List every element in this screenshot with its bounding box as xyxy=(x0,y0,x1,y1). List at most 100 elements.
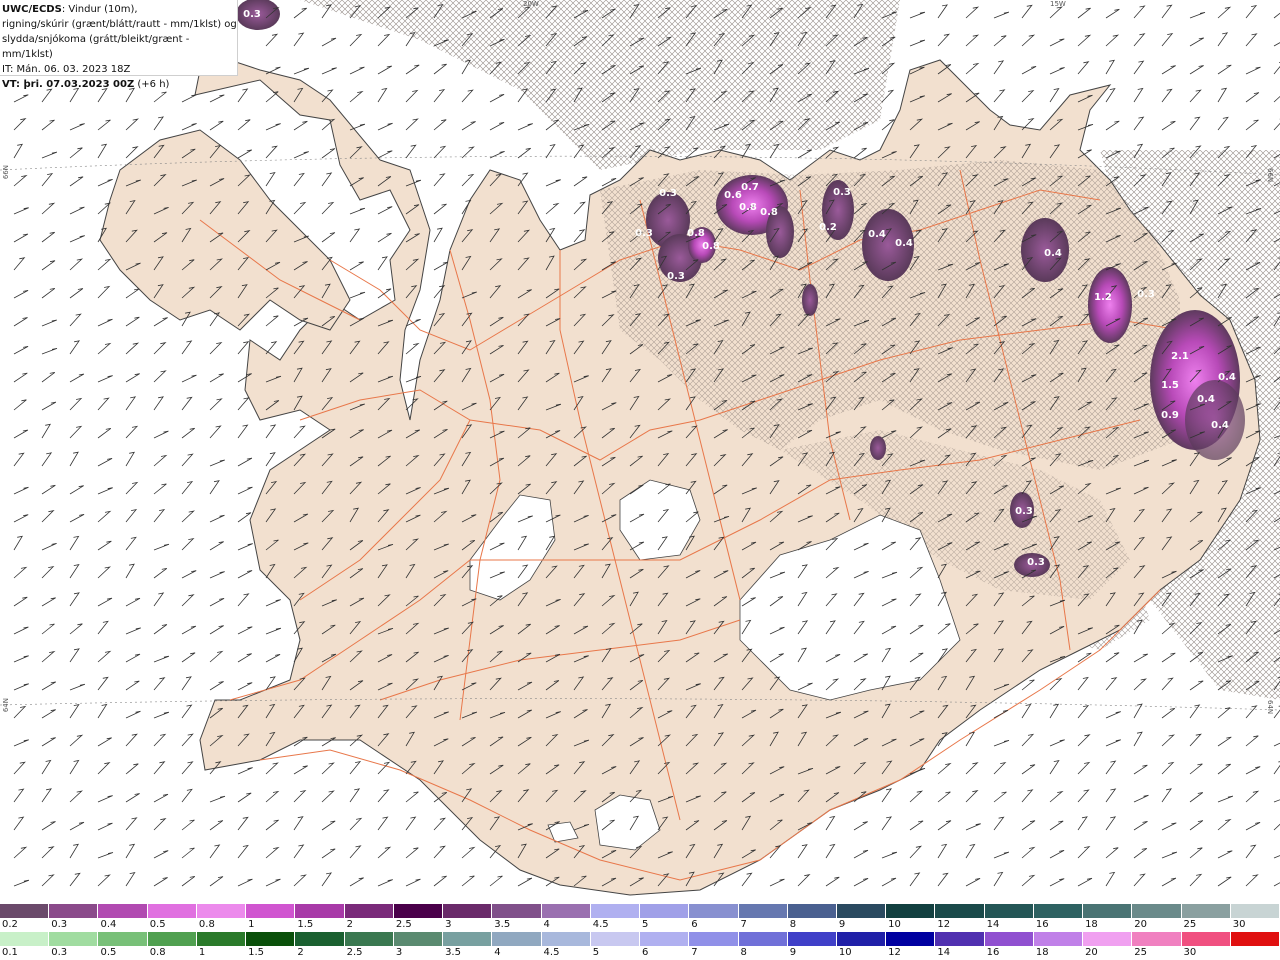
legend-swatch xyxy=(1033,904,1084,918)
precip-value-label: 0.3 xyxy=(1015,506,1033,517)
legend-label: 0.4 xyxy=(100,919,117,930)
info-line-5: VT: þri. 07.03.2023 00Z (+6 h) xyxy=(2,77,237,92)
legend-swatch xyxy=(492,904,542,918)
info-line-2: rigning/skúrir (grænt/blátt/rautt - mm/1… xyxy=(2,19,237,30)
legend-label: 18 xyxy=(1035,947,1049,958)
precip-value-label: 0.3 xyxy=(1137,289,1155,300)
legend-snow-labels: 0.2 0.3 0.4 0.5 0.8 1 1.5 2 2.5 3 3.5 4 4.5 5 6 7 8 9 10 12… xyxy=(0,919,1280,931)
precip-value-label: 0.7 xyxy=(741,182,759,193)
legend-swatch xyxy=(1132,932,1182,946)
legend-label: 2 xyxy=(297,947,304,958)
legend-label: 1 xyxy=(248,919,255,930)
legend-swatch xyxy=(295,904,345,918)
legend-label: 14 xyxy=(937,947,951,958)
precip-value-label: 0.4 xyxy=(1218,372,1236,383)
legend-rain-labels: 0.1 0.3 0.5 0.8 1 1.5 2 2.5 3 3.5 4 4.5 5 6 7 8 9 10 12 14 1… xyxy=(0,947,1280,959)
legend-swatch xyxy=(738,932,788,946)
legend-swatch xyxy=(0,932,50,946)
legend-rain-colorbar xyxy=(0,932,1280,946)
legend-label: 3 xyxy=(395,947,403,958)
legend-swatch xyxy=(196,932,247,946)
legend-swatch xyxy=(886,932,936,946)
legend-label: 10 xyxy=(888,919,901,930)
precip-value-label: 0.4 xyxy=(868,229,886,240)
info-line-3: slydda/snjókoma (grátt/bleikt/grænt - mm… xyxy=(2,34,190,60)
legend-label: 2.5 xyxy=(395,919,412,930)
legend-swatch xyxy=(1083,904,1133,918)
legend-label: 3 xyxy=(445,919,452,930)
legend-swatch xyxy=(590,932,641,946)
legend-swatch xyxy=(1230,932,1280,946)
legend-swatch xyxy=(1083,932,1133,946)
legend-swatch xyxy=(49,904,99,918)
legend-swatch xyxy=(443,932,493,946)
precip-value-label: 0.3 xyxy=(833,187,851,198)
legend-label: 12 xyxy=(937,919,951,930)
legend-label: 7 xyxy=(691,947,698,958)
legend-swatch xyxy=(984,932,1034,946)
precip-value-label: 0.8 xyxy=(760,207,778,218)
precip-value-label: 0.4 xyxy=(895,238,913,249)
legend-label: 7 xyxy=(740,919,747,930)
legend-swatch xyxy=(393,904,444,918)
coord-top-left: 20W xyxy=(523,0,539,8)
legend-swatch xyxy=(738,904,788,918)
legend-label: 9 xyxy=(789,947,797,958)
legend-label: 10 xyxy=(838,947,852,958)
legend-swatch xyxy=(147,932,197,946)
legend-label: 0.8 xyxy=(149,947,166,958)
legend-label: 12 xyxy=(888,947,901,958)
legend-swatch xyxy=(344,932,394,946)
legend-swatch xyxy=(492,932,542,946)
legend-swatch xyxy=(98,932,148,946)
legend-swatch xyxy=(541,932,591,946)
legend-label: 16 xyxy=(986,947,1000,958)
legend-label: 3.5 xyxy=(494,919,511,930)
info-line-4: IT: Mán. 06. 03. 2023 18Z xyxy=(2,64,131,75)
coord-left-lower: 64N xyxy=(2,698,10,713)
legend-label: 25 xyxy=(1183,919,1197,930)
legend-label: 1 xyxy=(198,947,206,958)
legend-swatch xyxy=(344,904,394,918)
precip-value-label: 0.4 xyxy=(1044,248,1062,259)
info-valid-time: VT: þri. 07.03.2023 00Z xyxy=(2,79,135,90)
legend-swatch xyxy=(443,904,493,918)
legend-label: 0.5 xyxy=(100,947,117,958)
legend-label: 0.3 xyxy=(51,919,68,930)
info-line-1: UWC/ECDS: Vindur (10m), xyxy=(2,2,237,17)
legend-label: 2.5 xyxy=(346,947,363,958)
legend-label: 3.5 xyxy=(445,947,461,958)
legend-label: 4.5 xyxy=(592,919,609,930)
legend-swatch xyxy=(1230,904,1280,918)
legend-swatch xyxy=(787,904,837,918)
legend-label: 8 xyxy=(789,919,797,930)
info-line-5-rest: (+6 h) xyxy=(134,79,170,90)
legend-label: 5 xyxy=(592,947,600,958)
legend-label: 4.5 xyxy=(543,947,560,958)
info-product: UWC/ECDS xyxy=(2,4,62,15)
legend-swatch xyxy=(590,904,641,918)
legend-swatch xyxy=(640,932,690,946)
coord-right-lower: 64N xyxy=(1266,700,1274,715)
info-box: UWC/ECDS: Vindur (10m), rigning/skúrir (… xyxy=(0,0,238,90)
legend-label: 14 xyxy=(986,919,1000,930)
legend-swatch xyxy=(836,932,887,946)
coord-right-upper: 66N xyxy=(1266,168,1274,183)
precip-value-label: 0.8 xyxy=(687,228,705,239)
legend-swatch xyxy=(689,932,739,946)
precip-value-label: 0.8 xyxy=(702,241,720,252)
legend-swatch xyxy=(1132,904,1182,918)
precip-value-label: 0.6 xyxy=(724,190,742,201)
legend-swatch xyxy=(984,904,1034,918)
legend-swatch xyxy=(246,904,296,918)
legend-swatch xyxy=(49,932,99,946)
weather-map: 0.30.30.30.30.60.70.8 0.80.80.80.30.20.40… xyxy=(0,0,1280,902)
precip-value-label: 0.2 xyxy=(819,222,837,233)
legend-label: 4 xyxy=(494,947,501,958)
legend-swatch xyxy=(1181,904,1231,918)
legend-label: 20 xyxy=(1134,919,1148,930)
precip-value-label: 2.1 xyxy=(1171,351,1189,362)
legend-label: 5 xyxy=(642,919,649,930)
legend-label: 30 xyxy=(1183,947,1197,958)
precip-value-label: 1.5 xyxy=(1161,380,1179,391)
